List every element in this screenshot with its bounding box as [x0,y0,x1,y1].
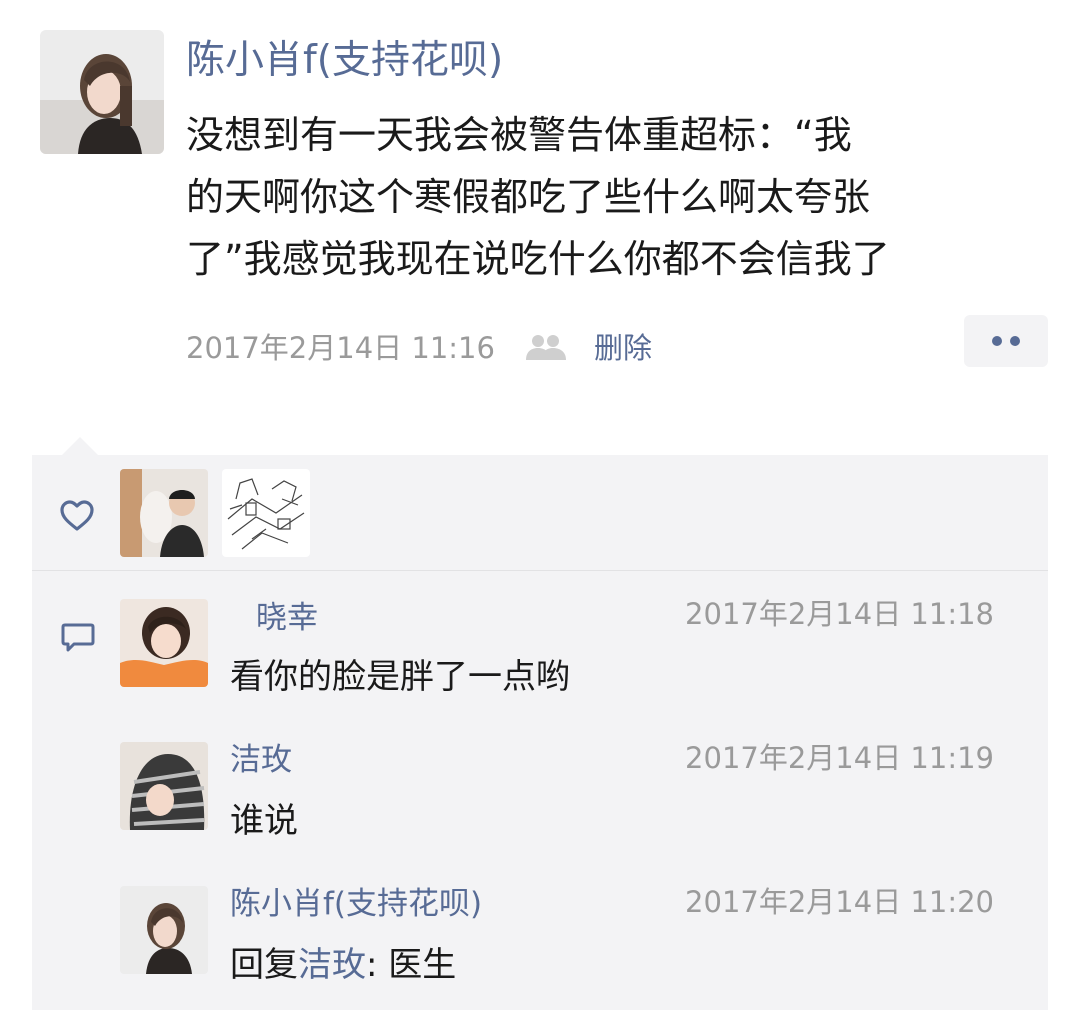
heart-icon [58,498,96,538]
commenter-name[interactable]: 洁玫 [230,738,292,782]
commenter-avatar[interactable] [120,599,208,687]
reply-text: 医生 [388,945,457,985]
author-avatar[interactable] [40,30,164,154]
commenter-avatar[interactable] [120,742,208,830]
comment-timestamp: 2017年2月14日 11:20 [685,885,994,919]
friends-visible-icon[interactable] [524,332,568,366]
commenter-name[interactable]: 晓幸 [256,596,318,640]
panel-divider [32,570,1048,571]
liker-avatar[interactable] [120,469,208,557]
post-text: 没想到有一天我会被警告体重超标：“我 的天啊你这个寒假都吃了些什么啊太夸张 了”… [186,104,1016,290]
comment-text[interactable]: 谁说 [230,796,298,846]
post-author-name[interactable]: 陈小肖f(支持花呗) [186,32,503,90]
liker-avatar[interactable] [222,469,310,557]
more-button[interactable] [964,315,1048,367]
post-text-line: 的天啊你这个寒假都吃了些什么啊太夸张 [186,175,871,219]
comment-text[interactable]: 回复洁玫: 医生 [230,940,456,990]
reply-separator: : [366,945,389,985]
reply-prefix: 回复 [230,945,298,985]
more-dots-icon [992,336,1020,346]
post-text-line: 没想到有一天我会被警告体重超标：“我 [186,113,852,157]
delete-button[interactable]: 删除 [594,328,652,368]
panel-arrow [62,437,98,455]
post-text-line: 了”我感觉我现在说吃什么你都不会信我了 [186,237,890,281]
commenter-name[interactable]: 陈小肖f(支持花呗) [230,882,482,926]
comment-text[interactable]: 看你的脸是胖了一点哟 [230,652,570,702]
reply-to-name[interactable]: 洁玫 [298,945,366,985]
commenter-avatar[interactable] [120,886,208,974]
comment-timestamp: 2017年2月14日 11:18 [685,597,994,631]
comment-timestamp: 2017年2月14日 11:19 [685,741,994,775]
comment-icon [60,621,96,659]
post-timestamp: 2017年2月14日 11:16 [186,331,495,365]
